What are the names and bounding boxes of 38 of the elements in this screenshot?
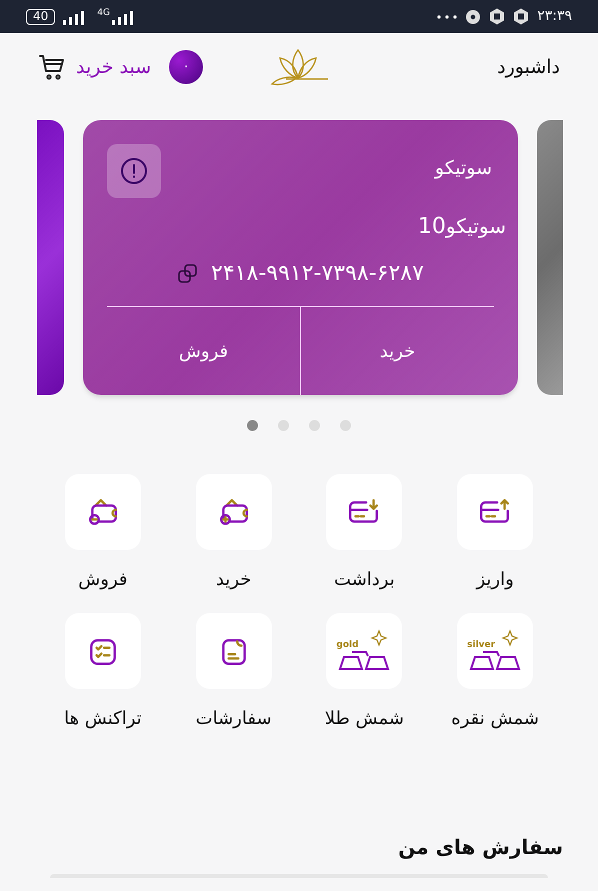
action-label: تراکنش ها: [64, 707, 142, 731]
info-button[interactable]: [107, 144, 161, 198]
section-title: سفارش های من: [398, 834, 563, 861]
action-tile[interactable]: [326, 474, 402, 550]
clock-text: ۲۳:۳۹: [537, 7, 572, 26]
cart-link[interactable]: سبد خرید: [76, 52, 152, 82]
action-tile[interactable]: [196, 474, 272, 550]
action-tile[interactable]: [64, 474, 141, 550]
action-label: شمش طلا: [324, 707, 404, 731]
copy-icon[interactable]: [177, 262, 200, 284]
battery-icon: 40: [26, 8, 56, 24]
lotus-logo: [268, 48, 330, 86]
icon-label: gold: [336, 641, 359, 650]
action-label: خرید: [216, 568, 252, 592]
browser-icon: [465, 8, 482, 24]
action-tile[interactable]: [196, 613, 272, 689]
action-label: واریز: [476, 568, 514, 592]
action-tile[interactable]: [457, 474, 534, 550]
page-title: داشبورد: [497, 54, 560, 80]
action-tile[interactable]: gold: [326, 613, 402, 689]
buy-button[interactable]: خرید: [300, 307, 494, 395]
hexagon-icon: [513, 8, 530, 25]
more-icon: [437, 14, 458, 18]
icon-label: silver: [467, 641, 496, 650]
card-title: سوتیکو: [434, 156, 492, 181]
action-label: شمش نقره: [451, 707, 539, 731]
action-label: سفارشات: [196, 707, 272, 731]
hexagon-icon: [489, 8, 506, 25]
action-label: برداشت: [334, 568, 395, 592]
sell-button[interactable]: فروش: [107, 307, 300, 395]
action-tile[interactable]: [64, 613, 141, 689]
action-tile[interactable]: silver: [457, 613, 534, 689]
card-number: ۲۴۱۸-۹۹۱۲-۷۳۹۸-۶۲۸۷: [211, 260, 424, 288]
cart-icon[interactable]: [38, 53, 66, 81]
alert-icon: [119, 156, 149, 186]
network-label: 4G: [97, 8, 110, 18]
cart-count-badge: ۰: [169, 50, 204, 84]
action-label: فروش: [78, 568, 128, 592]
